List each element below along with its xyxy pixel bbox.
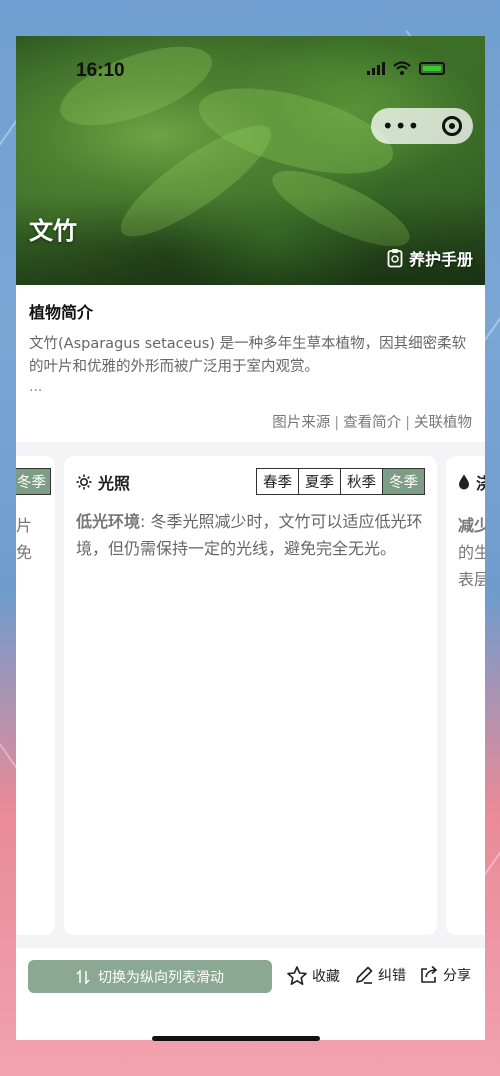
pencil-icon — [356, 966, 373, 984]
bottom-action-bar: 切换为纵向列表滑动 收藏 纠错 分享 — [16, 948, 485, 1040]
wifi-icon — [393, 61, 411, 75]
clipboard-icon — [387, 249, 403, 268]
care-card-light[interactable]: 光照 春季 夏季 秋季 冬季 低光环境: 冬季光照减少时，文竹可以适应低光环境，… — [64, 456, 437, 935]
card-title: 光照 — [98, 474, 131, 493]
status-time: 16:10 — [76, 60, 125, 81]
image-source-link[interactable]: 图片来源 — [272, 415, 330, 431]
sun-icon — [76, 474, 92, 490]
home-indicator[interactable] — [152, 1036, 320, 1041]
season-tabs: 春季 夏季 秋季 冬季 — [256, 468, 425, 495]
app-screen: 16:10 ••• 文竹 养护手册 植物简介 文竹(Asparagus seta… — [16, 36, 485, 1040]
favorite-button[interactable]: 收藏 — [286, 965, 340, 987]
card-text-fragment: 减少 — [458, 516, 485, 535]
card-text-fragment: 表层 — [458, 570, 485, 589]
season-tab-summer[interactable]: 夏季 — [299, 469, 341, 494]
view-intro-link[interactable]: 查看简介 — [343, 415, 401, 431]
care-card-previous[interactable]: 冬季 片 免 — [16, 456, 55, 935]
switch-layout-button[interactable]: 切换为纵向列表滑动 — [28, 960, 272, 993]
plant-name: 文竹 — [29, 217, 77, 245]
intro-text: 文竹(Asparagus setaceus) 是一种多年生草本植物，因其细密柔软… — [29, 336, 467, 375]
card-header: 光照 — [76, 470, 130, 494]
related-plants-link[interactable]: 关联植物 — [414, 415, 472, 431]
favorite-label: 收藏 — [312, 969, 340, 985]
card-text-fragment: 的生 — [458, 543, 485, 562]
correct-label: 纠错 — [378, 968, 406, 984]
card-text-fragment: 免 — [16, 543, 33, 562]
card-title: 浇 — [476, 474, 485, 493]
season-tab-winter[interactable]: 冬季 — [383, 469, 424, 494]
season-tab-autumn[interactable]: 秋季 — [341, 469, 383, 494]
share-label: 分享 — [443, 968, 471, 984]
share-icon — [421, 965, 438, 983]
signal-icon — [367, 61, 385, 75]
season-tab-winter[interactable]: 冬季 — [16, 468, 51, 495]
star-icon — [287, 966, 307, 985]
share-button[interactable]: 分享 — [419, 965, 471, 985]
intro-more[interactable]: ... — [29, 379, 472, 395]
intro-links: 图片来源 | 查看简介 | 关联植物 — [272, 415, 472, 431]
status-icons — [367, 61, 445, 75]
card-content: 低光环境: 冬季光照减少时，文竹可以适应低光环境，但仍需保持一定的光线，避免完全… — [76, 508, 426, 562]
close-miniprogram-icon[interactable] — [442, 116, 463, 136]
switch-layout-label: 切换为纵向列表滑动 — [98, 969, 224, 986]
care-manual-label: 养护手册 — [408, 250, 473, 269]
care-card-watering[interactable]: 浇 减少 的生 表层 — [446, 456, 485, 935]
water-drop-icon — [459, 474, 469, 490]
mini-program-capsule[interactable]: ••• — [371, 108, 473, 144]
season-tab-spring[interactable]: 春季 — [257, 469, 299, 494]
intro-section: 植物简介 文竹(Asparagus setaceus) 是一种多年生草本植物，因… — [16, 285, 485, 442]
card-text-fragment: 片 — [16, 516, 33, 535]
intro-heading: 植物简介 — [29, 303, 94, 322]
correct-button[interactable]: 纠错 — [354, 965, 406, 985]
hero-image: 16:10 ••• 文竹 养护手册 — [16, 36, 485, 285]
care-manual-link[interactable]: 养护手册 — [387, 246, 473, 270]
battery-icon — [419, 61, 445, 75]
card-header: 浇 — [458, 470, 485, 494]
card-highlight: 低光环境 — [76, 512, 141, 531]
swap-vertical-icon — [76, 969, 90, 984]
more-icon[interactable]: ••• — [382, 114, 420, 138]
